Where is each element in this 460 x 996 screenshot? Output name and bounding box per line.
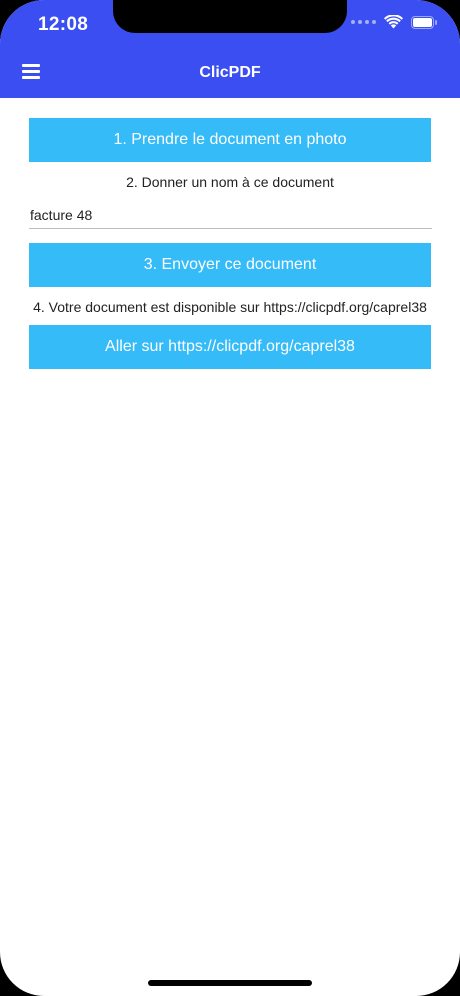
cellular-signal-icon [351,20,376,24]
status-time: 12:08 [38,14,89,35]
send-document-button[interactable]: 3. Envoyer ce document [29,243,431,287]
battery-icon [411,15,437,29]
app-screen: 12:08 ClicPDF 1. Prendre le document en … [0,0,460,996]
app-title: ClicPDF [199,64,261,81]
go-to-site-button[interactable]: Aller sur https://clicpdf.org/caprel38 [29,325,431,369]
take-photo-button[interactable]: 1. Prendre le document en photo [29,118,431,162]
status-icons [351,15,438,29]
availability-text: 4. Votre document est disponible sur htt… [33,299,427,315]
home-indicator[interactable] [148,980,312,986]
wifi-icon [384,15,403,29]
name-instruction-text: 2. Donner un nom à ce document [126,174,334,190]
document-name-input[interactable]: facture 48 [29,202,432,229]
device-notch [113,0,347,33]
app-header: 12:08 ClicPDF [0,0,460,98]
